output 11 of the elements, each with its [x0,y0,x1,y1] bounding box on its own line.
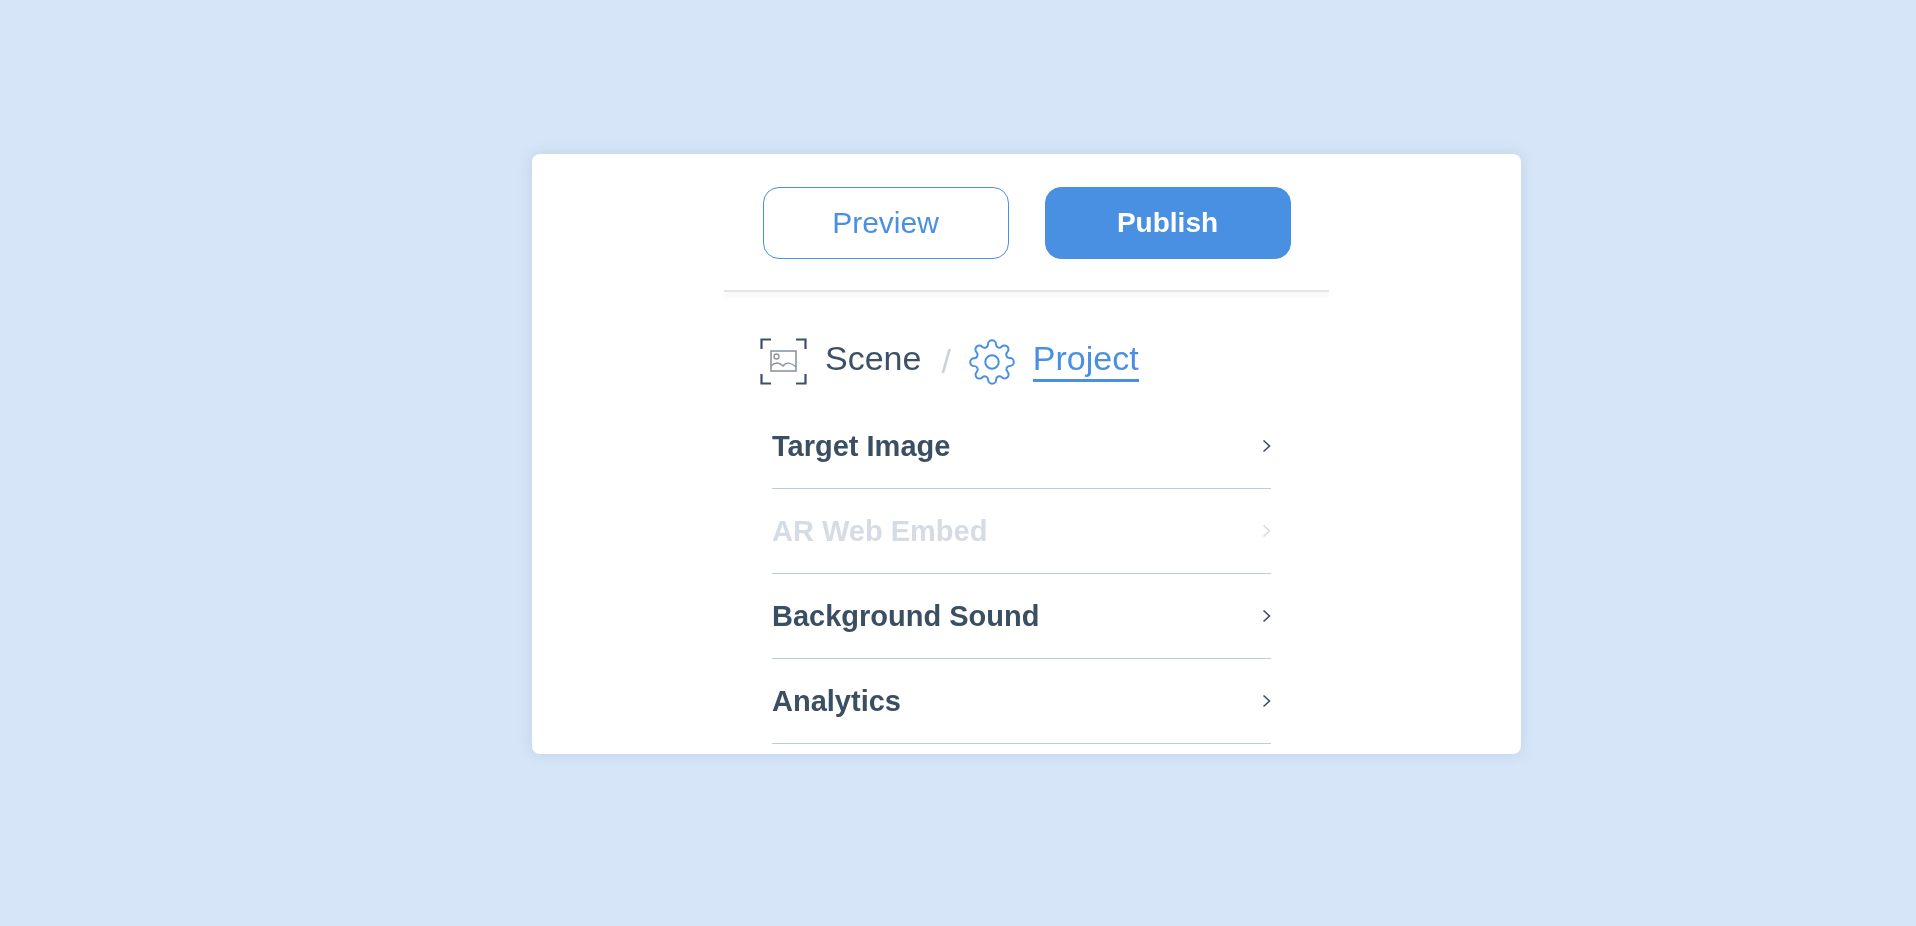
chevron-right-icon [1262,524,1271,538]
chevron-right-icon [1262,694,1271,708]
chevron-right-icon [1262,439,1271,453]
breadcrumb-tab[interactable]: Scene [825,341,922,382]
menu-item[interactable]: Target Image [772,404,1271,489]
menu-item[interactable]: Analytics [772,659,1271,744]
settings-icon[interactable] [968,338,1015,385]
breadcrumb-separator: / [941,342,951,381]
menu-item[interactable]: Background Sound [772,574,1271,659]
chevron-right-icon [1262,609,1271,623]
image-frame-icon[interactable] [760,338,807,385]
